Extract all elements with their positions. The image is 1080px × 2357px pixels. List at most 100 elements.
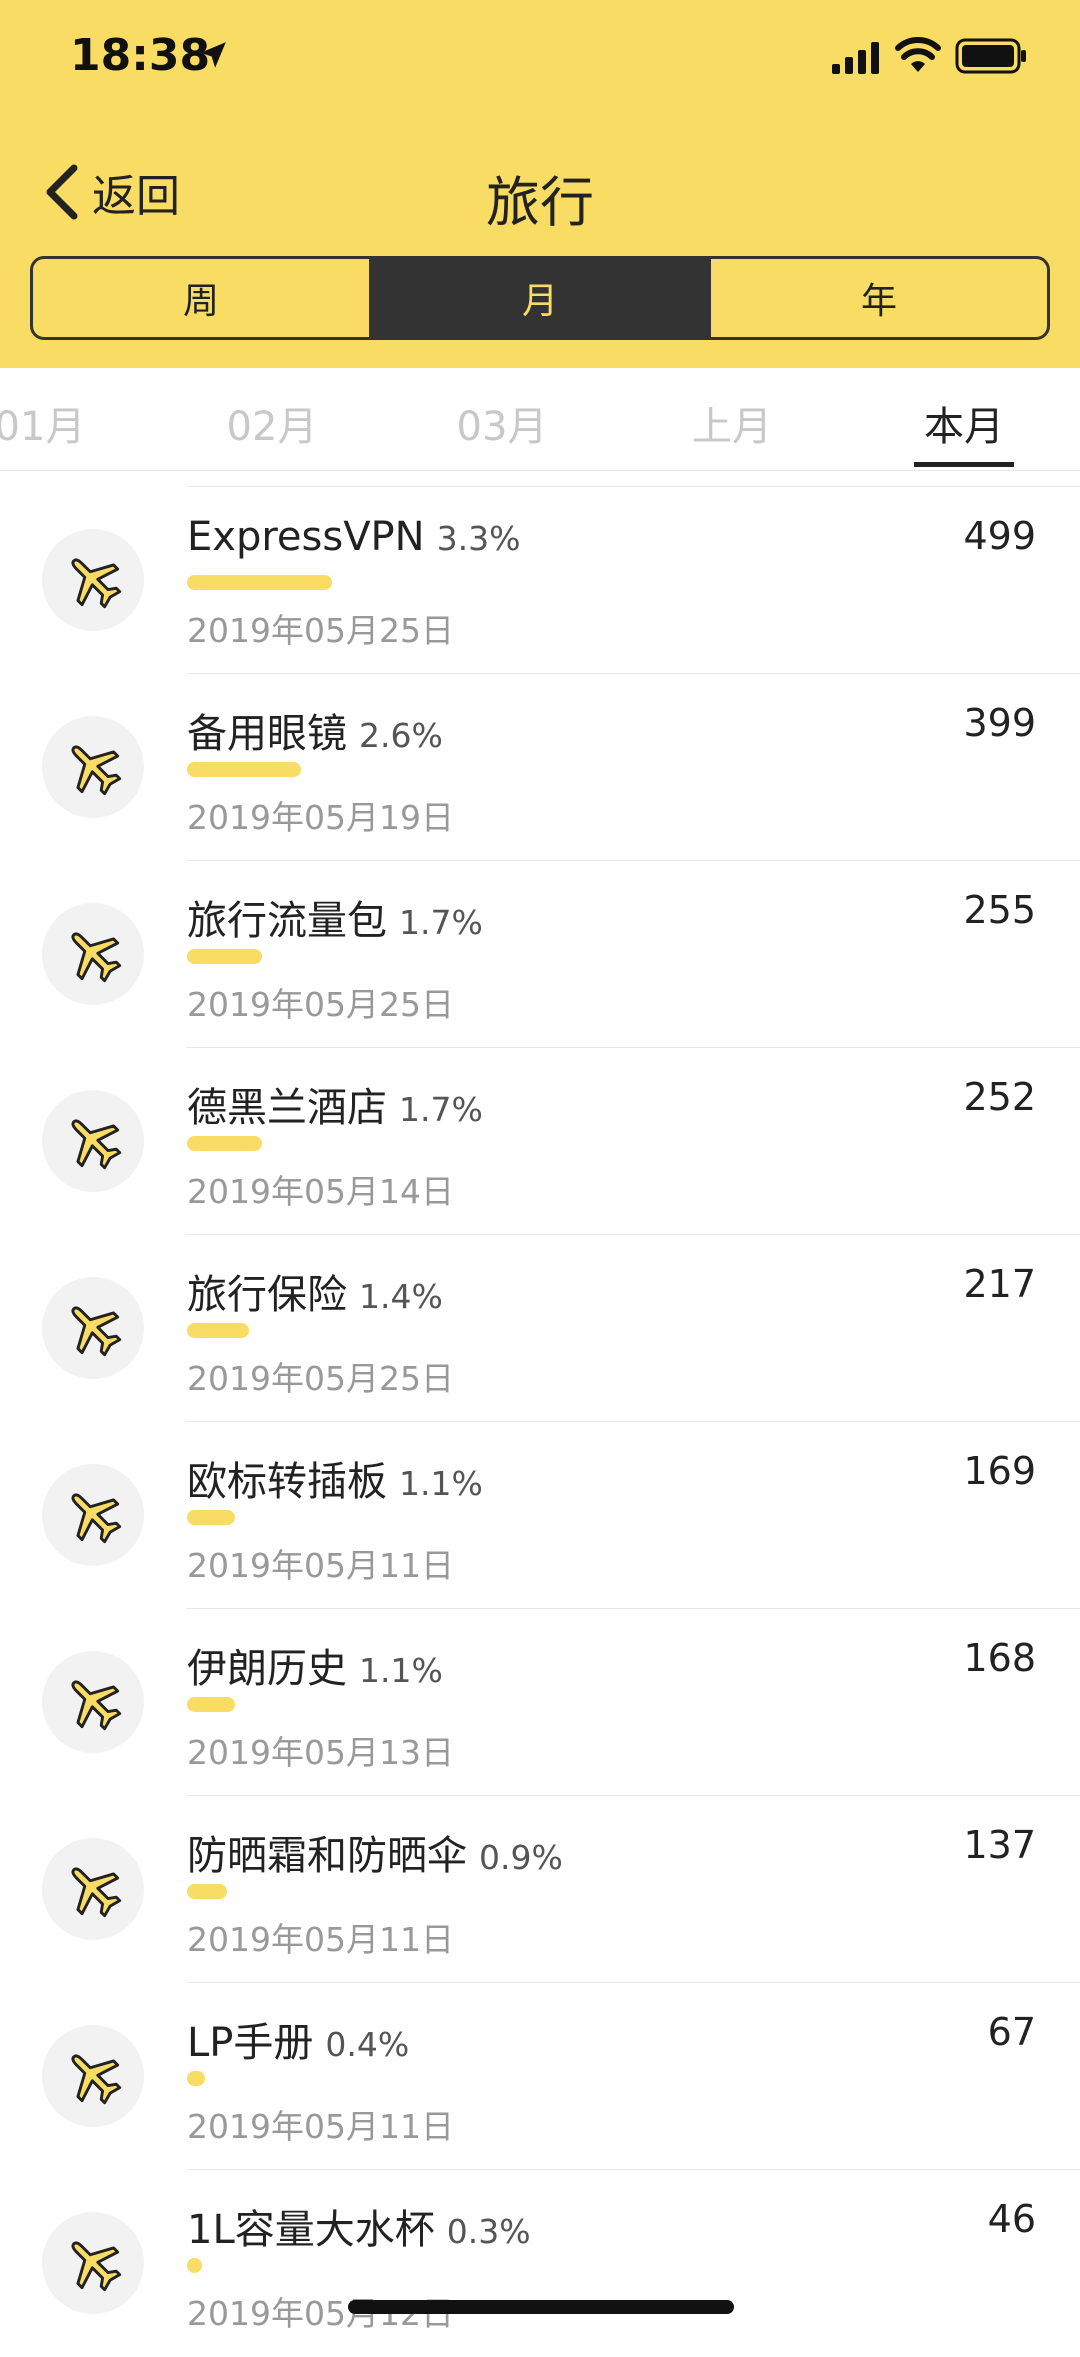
item-name-line: 旅行保险 1.4% — [187, 1262, 443, 1320]
airplane-icon — [71, 558, 122, 609]
list-item[interactable]: 德黑兰酒店 1.7% 2019年05月14日 252 — [0, 1047, 1080, 1235]
item-percent: 0.9% — [479, 1838, 563, 1877]
row-divider — [186, 673, 1080, 674]
item-name-line: 备用眼镜 2.6% — [187, 701, 443, 759]
category-icon-circle — [42, 716, 144, 818]
airplane-icon — [71, 1680, 122, 1731]
airplane-icon — [71, 2054, 122, 2105]
active-tab-underline — [914, 462, 1014, 467]
category-icon-circle — [42, 2025, 144, 2127]
item-date: 2019年05月11日 — [187, 1546, 454, 1585]
list-item[interactable]: ExpressVPN 3.3% 2019年05月25日 499 — [0, 486, 1080, 674]
item-percent: 1.4% — [359, 1277, 443, 1316]
item-amount: 399 — [963, 701, 1036, 745]
item-name-line: 旅行流量包 1.7% — [187, 888, 483, 946]
battery-icon — [955, 38, 1026, 74]
item-percent: 2.6% — [359, 716, 443, 755]
item-name: LP手册 — [187, 2020, 314, 2066]
chevron-left-icon — [46, 164, 78, 220]
location-arrow-icon — [200, 42, 226, 68]
row-divider — [186, 486, 1080, 487]
item-name: 防晒霜和防晒伞 — [187, 1833, 467, 1879]
list-item[interactable]: 防晒霜和防晒伞 0.9% 2019年05月11日 137 — [0, 1795, 1080, 1983]
item-name-line: 德黑兰酒店 1.7% — [187, 1075, 483, 1133]
item-name: 旅行保险 — [187, 1272, 347, 1318]
item-amount: 217 — [963, 1262, 1036, 1306]
status-time: 18:38 — [70, 30, 211, 81]
item-percent: 1.7% — [399, 903, 483, 942]
segment-month[interactable]: 月 — [369, 259, 708, 337]
share-bar — [187, 1136, 262, 1151]
item-percent: 1.1% — [399, 1464, 483, 1503]
item-percent: 0.4% — [325, 2025, 410, 2064]
item-amount: 499 — [963, 514, 1036, 558]
item-name-line: LP手册 0.4% — [187, 2010, 409, 2068]
row-divider — [186, 1982, 1080, 1983]
airplane-icon — [71, 745, 122, 796]
item-percent: 1.1% — [359, 1651, 443, 1690]
back-button[interactable]: 返回 — [42, 162, 180, 222]
item-name: 德黑兰酒店 — [187, 1085, 387, 1131]
airplane-icon — [71, 1493, 122, 1544]
category-icon-circle — [42, 903, 144, 1005]
airplane-icon — [71, 1306, 122, 1357]
share-bar — [187, 1697, 235, 1712]
segment-week[interactable]: 周 — [33, 259, 369, 337]
back-label: 返回 — [92, 171, 180, 222]
category-icon-circle — [42, 1277, 144, 1379]
row-divider — [186, 2169, 1080, 2170]
row-divider — [186, 1234, 1080, 1235]
item-name: 1L容量大水杯 — [187, 2207, 435, 2253]
tab-month-01[interactable]: 01月 — [0, 394, 120, 452]
category-icon-circle — [42, 1651, 144, 1753]
list-item[interactable]: 欧标转插板 1.1% 2019年05月11日 169 — [0, 1421, 1080, 1609]
wifi-icon — [895, 37, 941, 72]
share-bar — [187, 2071, 205, 2086]
list-item[interactable]: 伊朗历史 1.1% 2019年05月13日 168 — [0, 1608, 1080, 1796]
item-date: 2019年05月25日 — [187, 985, 454, 1024]
status-bar: 18:38 — [0, 0, 1080, 110]
tab-month-02[interactable]: 02月 — [192, 394, 352, 452]
list-item[interactable]: 1L容量大水杯 0.3% 2019年05月12日 46 — [0, 2169, 1080, 2357]
list-item[interactable]: 旅行保险 1.4% 2019年05月25日 217 — [0, 1234, 1080, 1422]
item-name-line: ExpressVPN 3.3% — [187, 514, 520, 560]
item-amount: 169 — [963, 1449, 1036, 1493]
item-name: 备用眼镜 — [187, 711, 347, 757]
item-amount: 168 — [963, 1636, 1036, 1680]
tab-month-03[interactable]: 03月 — [422, 394, 582, 452]
share-bar — [187, 2258, 202, 2273]
share-bar — [187, 1884, 227, 1899]
item-amount: 137 — [963, 1823, 1036, 1867]
category-icon-circle — [42, 2212, 144, 2314]
item-percent: 3.3% — [436, 519, 521, 558]
list-item[interactable]: 备用眼镜 2.6% 2019年05月19日 399 — [0, 673, 1080, 861]
item-name: 旅行流量包 — [187, 898, 387, 944]
period-segmented-control: 周 月 年 — [30, 256, 1050, 340]
share-bar — [187, 762, 301, 777]
item-name: 伊朗历史 — [187, 1646, 347, 1692]
row-divider — [186, 1608, 1080, 1609]
item-date: 2019年05月11日 — [187, 2107, 454, 2146]
item-name: 欧标转插板 — [187, 1459, 387, 1505]
tab-last-month[interactable]: 上月 — [652, 394, 812, 452]
list-item[interactable]: LP手册 0.4% 2019年05月11日 67 — [0, 1982, 1080, 2170]
item-amount: 46 — [987, 2197, 1036, 2241]
item-amount: 255 — [963, 888, 1036, 932]
row-divider — [186, 1421, 1080, 1422]
item-name: ExpressVPN — [187, 514, 425, 560]
list-item[interactable]: 旅行流量包 1.7% 2019年05月25日 255 — [0, 860, 1080, 1048]
segment-year[interactable]: 年 — [708, 259, 1047, 337]
airplane-icon — [71, 1867, 122, 1918]
share-bar — [187, 1510, 235, 1525]
category-icon-circle — [42, 1838, 144, 1940]
item-amount: 252 — [963, 1075, 1036, 1119]
category-icon-circle — [42, 1464, 144, 1566]
airplane-icon — [71, 2241, 122, 2292]
item-name-line: 防晒霜和防晒伞 0.9% — [187, 1823, 563, 1881]
item-date: 2019年05月25日 — [187, 1359, 454, 1398]
item-amount: 67 — [987, 2010, 1036, 2054]
category-icon-circle — [42, 529, 144, 631]
cellular-signal-icon — [832, 42, 879, 74]
tab-this-month[interactable]: 本月 — [884, 394, 1044, 452]
item-percent: 0.3% — [446, 2212, 531, 2251]
